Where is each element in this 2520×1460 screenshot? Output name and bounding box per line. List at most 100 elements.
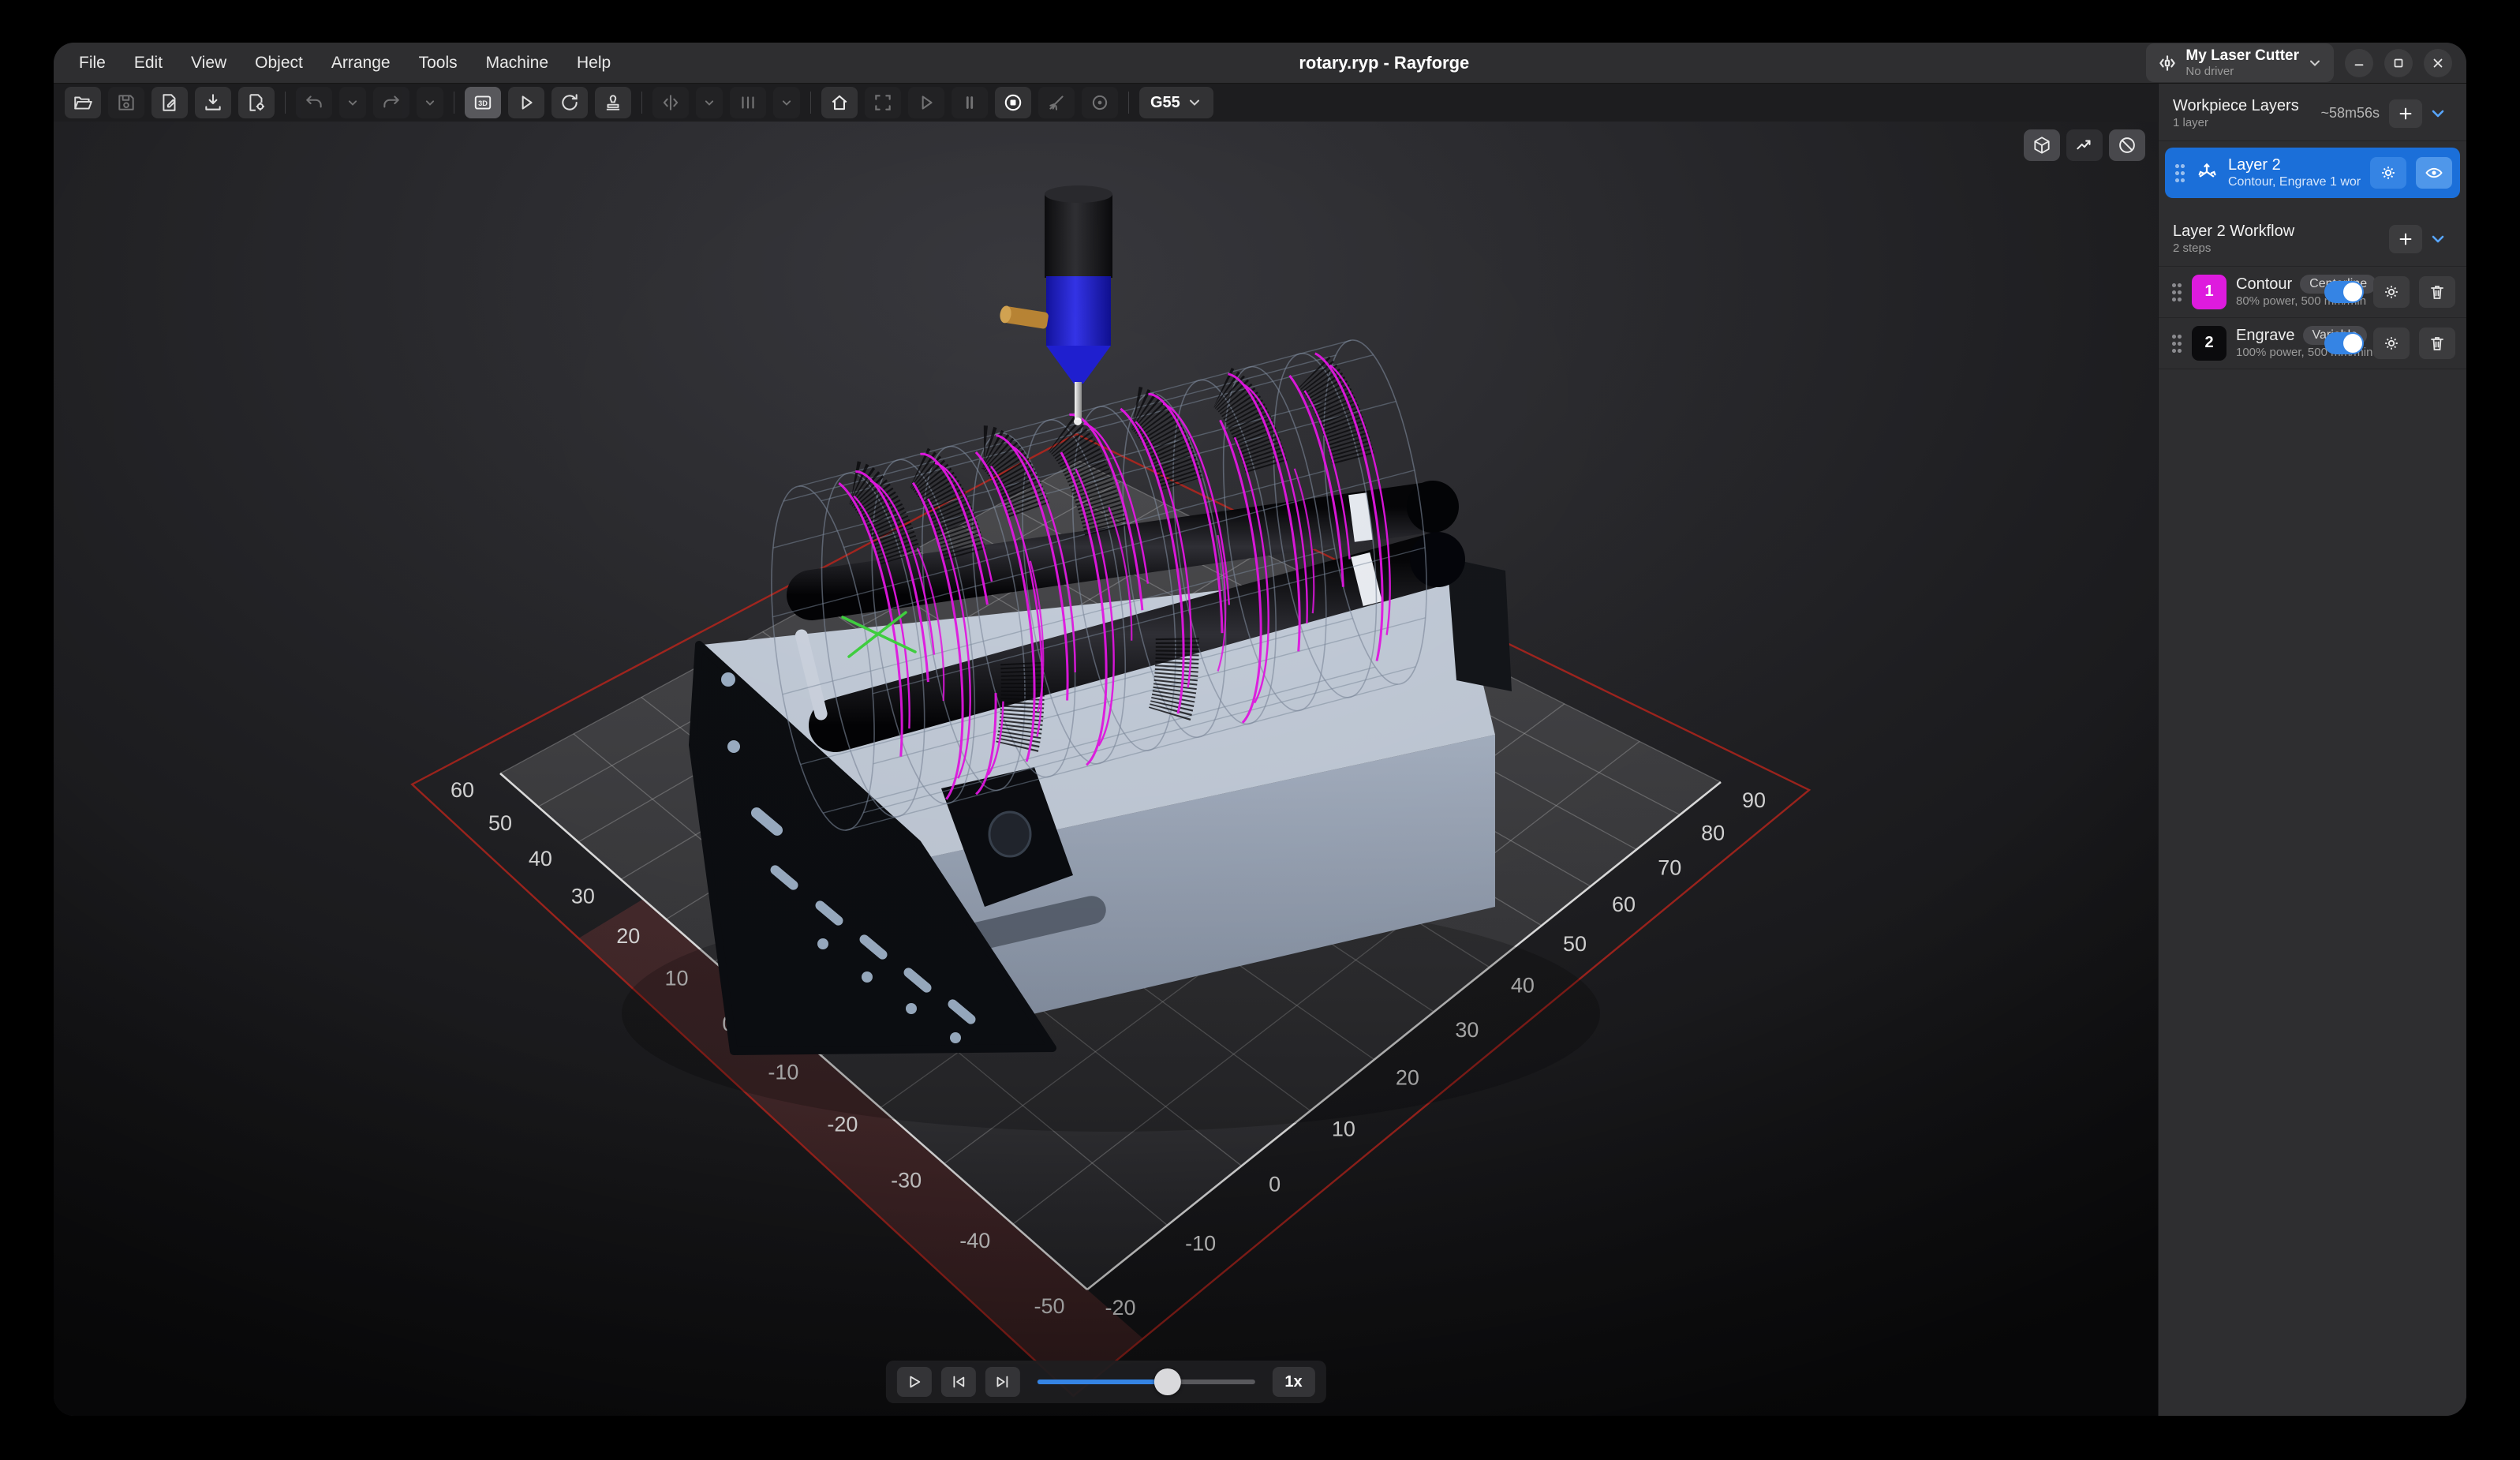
svg-text:-10: -10 [1185,1232,1216,1256]
simulate-button[interactable] [508,87,544,118]
svg-text:60: 60 [451,778,474,802]
export-button[interactable] [238,87,275,118]
step-enabled-toggle[interactable] [2324,281,2364,303]
trend-arrow-icon [2074,135,2095,155]
step-badge: 1 [2192,275,2226,309]
toolbar-separator [285,92,286,114]
distribute-button[interactable] [730,87,766,118]
minimize-button[interactable] [2345,49,2373,77]
play-button[interactable] [896,1367,931,1397]
svg-text:40: 40 [529,847,552,870]
plus-icon [2397,105,2414,122]
menu-help[interactable]: Help [566,49,622,77]
menu-object[interactable]: Object [244,49,314,77]
distribute-menu-button[interactable] [773,87,800,118]
regenerate-button[interactable] [551,87,588,118]
save-as-button[interactable] [151,87,188,118]
send-to-machine-button[interactable] [595,87,631,118]
perspective-view-button[interactable] [2024,129,2060,161]
workflow-subtitle: 2 steps [2173,241,2389,256]
add-layer-button[interactable] [2389,99,2422,128]
chevron-down-icon [2428,230,2447,249]
drag-handle-icon[interactable] [2174,163,2185,183]
svg-text:-30: -30 [891,1169,922,1192]
headerbar-right: My Laser Cutter No driver [2146,43,2466,82]
pause-button[interactable] [952,87,988,118]
playback-speed-button[interactable]: 1x [1272,1367,1314,1397]
workflow-step[interactable]: 2 Engrave Variable 100% power, 500 mm/mi… [2159,318,2466,369]
time-estimate: ~58m56s [2320,105,2380,122]
headerbar: File Edit View Object Arrange Tools Mach… [54,43,2466,84]
svg-text:-20: -20 [827,1113,858,1136]
undo-button[interactable] [296,87,332,118]
drag-handle-icon[interactable] [2171,282,2182,302]
3d-view-button[interactable]: 3D [465,87,501,118]
layers-title: Workpiece Layers [2173,96,2320,116]
align-menu-button[interactable] [696,87,723,118]
menu-tools[interactable]: Tools [408,49,469,77]
slider-knob[interactable] [1154,1368,1181,1395]
menu-view[interactable]: View [180,49,237,77]
open-button[interactable] [65,87,101,118]
maximize-button[interactable] [2384,49,2413,77]
menu-machine[interactable]: Machine [475,49,559,77]
redo-menu-button[interactable] [417,87,443,118]
wcs-selector-button[interactable]: G55 [1139,87,1213,118]
slider-fill [1037,1380,1168,1384]
machine-status: No driver [2185,65,2299,78]
cube-icon [2032,135,2052,155]
workflow-expander-button[interactable] [2422,225,2454,253]
layer-item[interactable]: Layer 2 Contour, Engrave 1 workpiece [2165,148,2460,198]
layers-expander-button[interactable] [2422,99,2454,128]
show-travel-moves-button[interactable] [2066,129,2103,161]
laser-off-button[interactable] [1038,87,1075,118]
set-origin-button[interactable] [1082,87,1118,118]
window-title: rotary.ryp - Rayforge [622,53,2146,73]
clip-workpiece-button[interactable] [2109,129,2145,161]
frame-button[interactable] [865,87,901,118]
svg-text:3D: 3D [478,99,488,107]
import-button[interactable] [195,87,231,118]
gear-icon [2379,163,2398,182]
undo-menu-button[interactable] [339,87,366,118]
start-job-button[interactable] [908,87,944,118]
save-button[interactable] [108,87,144,118]
machine-selector-button[interactable]: My Laser Cutter No driver [2146,43,2334,82]
step-details: 80% power, 500 mm/min [2236,294,2315,309]
align-button[interactable] [652,87,689,118]
drag-handle-icon[interactable] [2171,333,2182,354]
step-enabled-toggle[interactable] [2324,332,2364,354]
skip-to-start-button[interactable] [940,1367,975,1397]
step-delete-button[interactable] [2419,328,2455,359]
workflow-step[interactable]: 1 Contour Centerline 80% power, 500 mm/m… [2159,267,2466,317]
trash-icon [2428,283,2447,301]
close-button[interactable] [2424,49,2452,77]
timeline-slider[interactable] [1037,1367,1254,1397]
redo-button[interactable] [373,87,409,118]
menu-file[interactable]: File [68,49,117,77]
layer-visibility-button[interactable] [2416,157,2452,189]
svg-text:50: 50 [1563,932,1587,956]
step-name: Engrave [2236,326,2295,346]
menu-edit[interactable]: Edit [123,49,174,77]
step-settings-button[interactable] [2373,328,2410,359]
layer-settings-button[interactable] [2370,157,2406,189]
svg-text:20: 20 [616,924,640,948]
step-settings-button[interactable] [2373,276,2410,308]
svg-text:70: 70 [1658,855,1681,879]
skip-to-end-button[interactable] [985,1367,1019,1397]
stop-button[interactable] [995,87,1031,118]
app-window: File Edit View Object Arrange Tools Mach… [54,43,2466,1416]
menu-arrange[interactable]: Arrange [320,49,402,77]
view-toggles [2024,129,2145,161]
chevron-down-icon [2428,104,2447,123]
home-button[interactable] [821,87,858,118]
toolbar-separator [641,92,642,114]
machine-info: My Laser Cutter No driver [2185,47,2299,78]
slash-circle-icon [2117,135,2137,155]
svg-text:10: 10 [1332,1117,1355,1141]
add-step-button[interactable] [2389,225,2422,253]
plus-icon [2397,230,2414,248]
3d-viewport[interactable]: 9080706050403020100-10-206050403020100-1… [54,122,2158,1416]
step-delete-button[interactable] [2419,276,2455,308]
